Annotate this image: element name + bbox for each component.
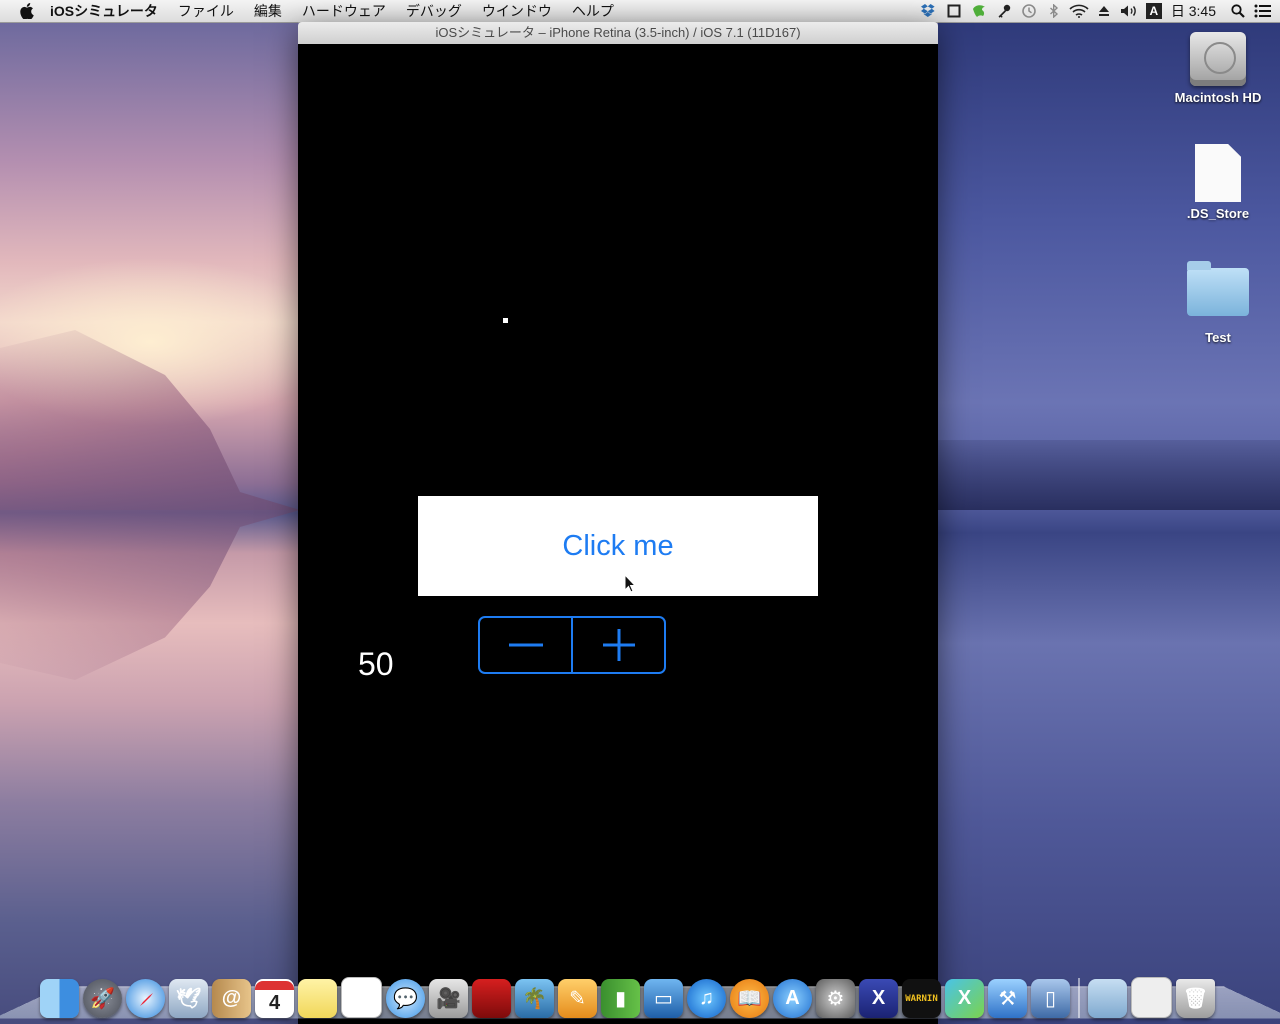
iphoto-icon[interactable]: 🌴 [515, 979, 554, 1018]
apple-menu-icon[interactable] [18, 2, 36, 20]
xamarin-icon[interactable]: X [859, 979, 898, 1018]
desktop-icon-label: .DS_Store [1186, 206, 1250, 221]
stepper-decrement-button[interactable] [480, 618, 571, 672]
keynote-icon[interactable]: ▭ [644, 979, 683, 1018]
wifi-icon[interactable] [1068, 0, 1090, 22]
numbers-icon[interactable]: ▮ [601, 979, 640, 1018]
evernote-icon[interactable] [968, 0, 990, 22]
trash-icon[interactable]: 🗑 [1176, 979, 1215, 1018]
wallpaper-treeline [938, 440, 1280, 510]
bluetooth-icon[interactable] [1043, 0, 1065, 22]
calendar-icon[interactable]: 4 [255, 979, 294, 1018]
app-store-icon[interactable]: A [773, 979, 812, 1018]
menu-app-name[interactable]: iOSシミュレータ [50, 0, 168, 22]
menu-file[interactable]: ファイル [168, 0, 244, 22]
system-preferences-icon[interactable]: ⚙ [816, 979, 855, 1018]
input-source-icon[interactable]: A [1143, 0, 1165, 22]
desktop-icon-ds-store[interactable]: .DS_Store [1168, 144, 1268, 221]
pages-icon[interactable]: ✎ [558, 979, 597, 1018]
facetime-icon[interactable]: 🎥 [429, 979, 468, 1018]
menu-help[interactable]: ヘルプ [562, 0, 624, 22]
eject-icon[interactable] [1093, 0, 1115, 22]
menu-window[interactable]: ウインドウ [472, 0, 562, 22]
hard-drive-icon [1190, 32, 1246, 86]
reminders-icon[interactable] [341, 977, 382, 1018]
plus-icon [602, 629, 635, 661]
menu-hardware[interactable]: ハードウェア [292, 0, 396, 22]
status-dot [503, 318, 508, 323]
menu-bar: iOSシミュレータ ファイル 編集 ハードウェア デバッグ ウインドウ ヘルプ [0, 0, 1280, 23]
time-machine-icon[interactable] [1018, 0, 1040, 22]
desktop-icon-test-folder[interactable]: Test [1168, 261, 1268, 345]
safari-icon[interactable] [126, 979, 165, 1018]
simulator-screen: Click me 50 [298, 44, 938, 1024]
spotlight-search-icon[interactable] [1227, 0, 1249, 22]
calendar-header [255, 981, 294, 990]
notes-icon[interactable] [298, 979, 337, 1018]
status-area: A 日 3:45 [915, 0, 1274, 22]
ios-simulator-window: iOSシミュレータ – iPhone Retina (3.5-inch) / i… [298, 22, 938, 1024]
messages-icon[interactable]: 💬 [386, 979, 425, 1018]
minus-icon [508, 643, 543, 647]
desktop-icon-label: Test [1205, 330, 1231, 345]
xcode-icon[interactable]: ⚒ [988, 979, 1027, 1018]
notification-center-icon[interactable] [1252, 0, 1274, 22]
contacts-icon[interactable]: @ [212, 979, 251, 1018]
finder-icon[interactable] [40, 979, 79, 1018]
window-title[interactable]: iOSシミュレータ – iPhone Retina (3.5-inch) / i… [298, 22, 938, 45]
window-square-icon[interactable] [943, 0, 965, 22]
menu-debug[interactable]: デバッグ [396, 0, 472, 22]
quantity-stepper [478, 616, 666, 674]
xamarin-studio-icon[interactable]: X [945, 979, 984, 1018]
launchpad-icon[interactable]: 🚀 [83, 979, 122, 1018]
document-icon [1195, 144, 1241, 202]
input-source-letter: A [1145, 3, 1162, 19]
click-me-button[interactable]: Click me [418, 496, 818, 596]
dock: 🚀 🕊 @ 4 💬 🎥 🌴 ✎ ▮ ▭ ♫ 📖 A ⚙ X WARNIN X ⚒… [40, 970, 1215, 1018]
menu-edit[interactable]: 編集 [244, 0, 292, 22]
ibooks-icon[interactable]: 📖 [730, 979, 769, 1018]
calendar-day: 4 [268, 992, 281, 1014]
dropbox-icon[interactable] [918, 0, 940, 22]
menu-clock[interactable]: 日 3:45 [1171, 1, 1216, 21]
desktop-icon-macintosh-hd[interactable]: Macintosh HD [1168, 32, 1268, 105]
keychain-icon[interactable] [993, 0, 1015, 22]
mouse-cursor-icon [624, 574, 637, 593]
console-icon[interactable]: WARNIN [902, 979, 941, 1018]
photo-booth-icon[interactable] [472, 979, 511, 1018]
downloads-folder-icon[interactable] [1088, 979, 1127, 1018]
desktop-icon-label: Macintosh HD [1174, 90, 1262, 105]
mail-icon[interactable]: 🕊 [169, 979, 208, 1018]
documents-stack-icon[interactable] [1131, 977, 1172, 1018]
stepper-increment-button[interactable] [571, 618, 664, 672]
dock-separator [1078, 978, 1080, 1018]
counter-value-label: 50 [358, 646, 394, 682]
volume-icon[interactable] [1118, 0, 1140, 22]
ios-simulator-icon[interactable]: ▯ [1031, 979, 1070, 1018]
itunes-icon[interactable]: ♫ [687, 979, 726, 1018]
folder-icon [1187, 261, 1249, 316]
